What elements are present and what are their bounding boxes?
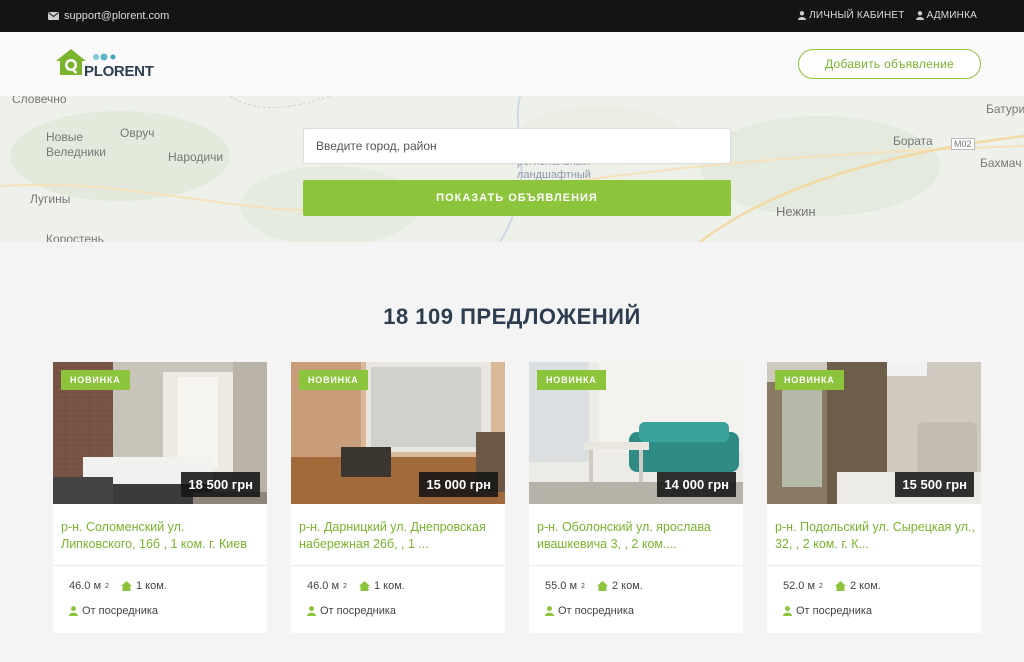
top-links: ЛИЧНЫЙ КАБИНЕТ АДМИНКА — [798, 10, 977, 21]
agent-label: От посредника — [82, 605, 159, 617]
top-bar: support@plorent.com ЛИЧНЫЙ КАБИНЕТ АДМИН… — [0, 0, 1024, 32]
listing-photo[interactable]: НОВИНКА 18 500 грн — [53, 362, 267, 504]
map-label: Коростень — [46, 232, 104, 242]
listing-photo[interactable]: НОВИНКА 15 000 грн — [291, 362, 505, 504]
home-icon — [597, 581, 608, 591]
user-icon — [69, 606, 78, 616]
agent-label: От посредника — [320, 605, 397, 617]
show-listings-button[interactable]: ПОКАЗАТЬ ОБЪЯВЛЕНИЯ — [303, 180, 731, 216]
divider — [767, 565, 981, 566]
rooms-value: 2 ком. — [612, 580, 643, 592]
map-label: Нежин — [776, 204, 816, 219]
map-label: Словечно — [12, 96, 67, 106]
area-unit-sup: 2 — [343, 582, 347, 590]
listing-area: 46.0 м2 — [307, 580, 347, 592]
listing-rooms: 2 ком. — [835, 580, 881, 592]
map-label: Новые Веледники — [46, 130, 106, 159]
user-icon — [545, 606, 554, 616]
logo-text: PLORENT — [84, 63, 154, 80]
map-label: Бората — [893, 134, 933, 148]
listing-card[interactable]: НОВИНКА 18 500 грн р-н. Соломенский ул. … — [53, 362, 267, 633]
new-badge: НОВИНКА — [299, 370, 368, 390]
map-label: Лугины — [30, 192, 71, 206]
price-tag: 15 000 грн — [419, 472, 498, 497]
map-label: Овруч — [120, 126, 155, 140]
rooms-value: 2 ком. — [850, 580, 881, 592]
divider — [291, 565, 505, 566]
user-icon — [307, 606, 316, 616]
price-tag: 18 500 грн — [181, 472, 260, 497]
listing-agent: От посредника — [545, 605, 634, 617]
listing-area: 55.0 м2 — [545, 580, 585, 592]
price-tag: 15 500 грн — [895, 472, 974, 497]
envelope-icon — [48, 12, 59, 20]
area-value: 46.0 м — [307, 580, 340, 592]
price-tag: 14 000 грн — [657, 472, 736, 497]
support-email-text: support@plorent.com — [64, 10, 170, 22]
admin-link-label: АДМИНКА — [926, 10, 977, 21]
listing-title[interactable]: р-н. Дарницкий ул. Днепровская набережна… — [299, 519, 499, 553]
site-header: PLORENT Добавить объявление — [0, 32, 1024, 96]
new-badge: НОВИНКА — [775, 370, 844, 390]
map-hero: Словечно Новые Веледники Овруч Народичи … — [0, 96, 1024, 242]
map-label: Народичи — [168, 150, 224, 164]
listing-title[interactable]: р-н. Подольский ул. Сырецкая ул., 32, , … — [775, 519, 975, 553]
cabinet-link-label: ЛИЧНЫЙ КАБИНЕТ — [809, 10, 905, 21]
agent-label: От посредника — [558, 605, 635, 617]
map-background — [0, 96, 1024, 242]
add-listing-button[interactable]: Добавить объявление — [798, 49, 981, 79]
map-label: Батури — [986, 102, 1024, 116]
listing-title[interactable]: р-н. Соломенский ул. Липковского, 16б , … — [61, 519, 261, 553]
road-badge: М02 — [951, 138, 975, 150]
area-unit-sup: 2 — [105, 582, 109, 590]
user-icon — [915, 11, 924, 20]
dots-logo-icon — [93, 53, 116, 61]
area-value: 52.0 м — [783, 580, 816, 592]
listing-agent: От посредника — [783, 605, 872, 617]
listing-title[interactable]: р-н. Оболонский ул. ярослава ивашкевича … — [537, 519, 737, 553]
home-icon — [121, 581, 132, 591]
rooms-value: 1 ком. — [374, 580, 405, 592]
area-unit-sup: 2 — [581, 582, 585, 590]
listing-rooms: 1 ком. — [359, 580, 405, 592]
home-icon — [835, 581, 846, 591]
listing-rooms: 2 ком. — [597, 580, 643, 592]
new-badge: НОВИНКА — [537, 370, 606, 390]
new-badge: НОВИНКА — [61, 370, 130, 390]
listing-card[interactable]: НОВИНКА 15 500 грн р-н. Подольский ул. С… — [767, 362, 981, 633]
user-icon — [798, 11, 807, 20]
listing-card[interactable]: НОВИНКА 15 000 грн р-н. Дарницкий ул. Дн… — [291, 362, 505, 633]
admin-link[interactable]: АДМИНКА — [915, 10, 977, 21]
listing-area: 46.0 м2 — [69, 580, 109, 592]
home-icon — [359, 581, 370, 591]
divider — [53, 565, 267, 566]
area-value: 46.0 м — [69, 580, 102, 592]
agent-label: От посредника — [796, 605, 873, 617]
listing-photo[interactable]: НОВИНКА 15 500 грн — [767, 362, 981, 504]
listing-rooms: 1 ком. — [121, 580, 167, 592]
map-label: Бахмач — [980, 156, 1022, 170]
area-unit-sup: 2 — [819, 582, 823, 590]
listing-card[interactable]: НОВИНКА 14 000 грн р-н. Оболонский ул. я… — [529, 362, 743, 633]
area-value: 55.0 м — [545, 580, 578, 592]
listing-agent: От посредника — [69, 605, 158, 617]
listing-area: 52.0 м2 — [783, 580, 823, 592]
rooms-value: 1 ком. — [136, 580, 167, 592]
support-email[interactable]: support@plorent.com — [48, 10, 169, 22]
listing-photo[interactable]: НОВИНКА 14 000 грн — [529, 362, 743, 504]
listing-agent: От посредника — [307, 605, 396, 617]
divider — [529, 565, 743, 566]
city-search-input[interactable] — [303, 128, 731, 164]
user-icon — [783, 606, 792, 616]
listing-count-heading: 18 109 ПРЕДЛОЖЕНИЙ — [383, 304, 641, 329]
cabinet-link[interactable]: ЛИЧНЫЙ КАБИНЕТ — [798, 10, 905, 21]
